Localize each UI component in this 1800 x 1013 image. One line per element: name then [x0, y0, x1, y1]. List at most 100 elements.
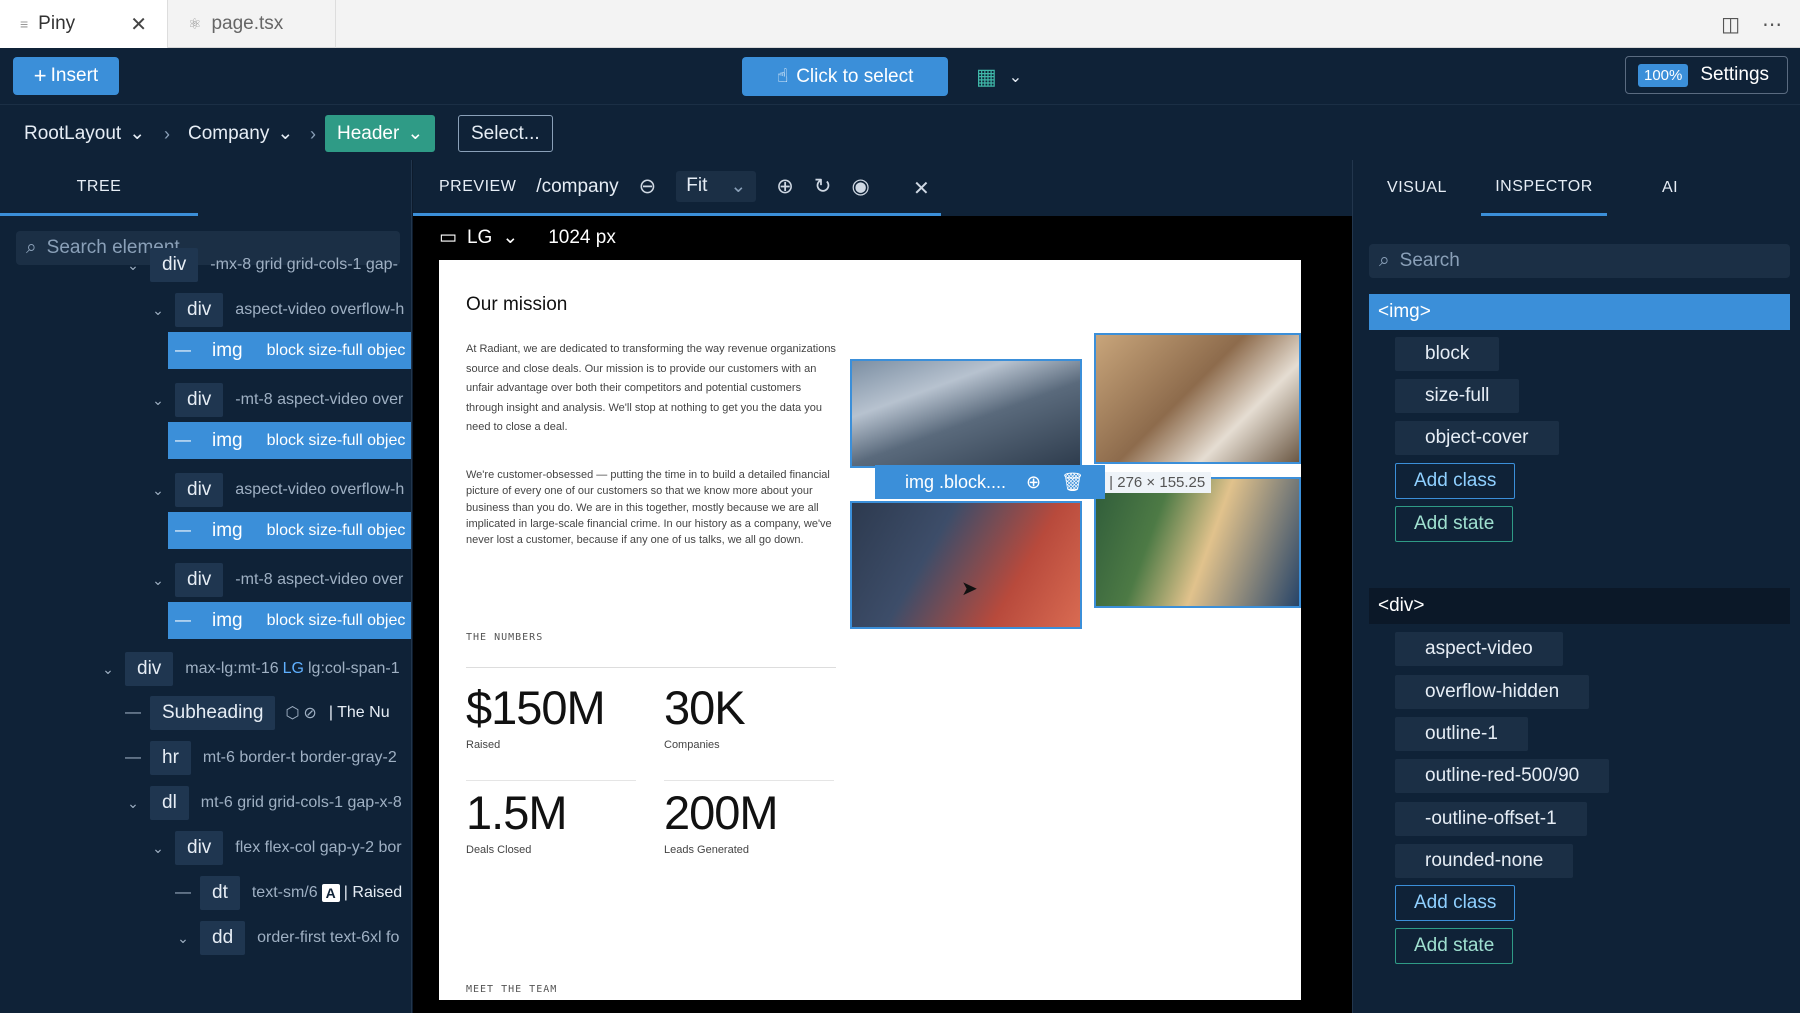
img-element-header[interactable]: <img> [1369, 294, 1790, 330]
tree-row[interactable]: — Subheading ⬡ ⊘ | The Nu [0, 691, 411, 735]
breadcrumb-header[interactable]: Header ⌄ [325, 115, 436, 152]
stat-deals-closed: 1.5M Deals Closed [466, 785, 636, 856]
add-state-button[interactable]: Add state [1395, 928, 1514, 964]
tree-row[interactable]: ⌄ div -mt-8 aspect-video over [0, 378, 411, 422]
tree-row-selected[interactable]: — img block size-full objec [168, 512, 411, 549]
add-class-button[interactable]: Add class [1395, 885, 1516, 921]
preview-header: PREVIEW /company ⊖ Fit ⌄ ⊕ ↻ ◉ ✕ [413, 160, 1352, 216]
pointer-hand-icon: ☝ [776, 66, 789, 87]
leaf-dash-icon: — [175, 431, 191, 449]
close-icon[interactable]: ✕ [130, 12, 147, 37]
tree-row-selected[interactable]: — img block size-full objec [168, 422, 411, 459]
tree-row[interactable]: ⌄ div aspect-video overflow-h [0, 468, 411, 512]
tab-visual[interactable]: VISUAL [1353, 160, 1481, 216]
rendered-page: Our mission At Radiant, we are dedicated… [439, 260, 1301, 1000]
settings-button[interactable]: 100% Settings [1625, 56, 1788, 94]
click-to-select-button[interactable]: ☝ Click to select [742, 57, 948, 96]
tabbar-actions: ◫ ⋯ [1721, 12, 1782, 37]
fit-select[interactable]: Fit ⌄ [676, 171, 757, 202]
component-cube-icon: ⬡ [285, 705, 300, 722]
trash-icon[interactable]: 🗑 [1061, 472, 1084, 493]
leaf-dash-icon: — [175, 884, 191, 901]
close-icon[interactable]: ✕ [913, 176, 930, 201]
tree-row[interactable]: — hr mt-6 border-t border-gray-2 [0, 736, 411, 780]
tree-tag: div [125, 652, 174, 686]
refresh-icon[interactable]: ↻ [814, 174, 832, 199]
zoom-in-icon[interactable]: ⊕ [776, 174, 794, 199]
leaf-dash-icon: — [125, 704, 141, 721]
stat-value: 30K [664, 681, 746, 734]
zoom-out-icon[interactable]: ⊖ [639, 174, 657, 199]
tab-page-tsx[interactable]: ⚛ page.tsx [168, 0, 336, 48]
tree-row-selected[interactable]: — img block size-full objec [168, 332, 411, 369]
device-selector[interactable]: ▭ LG ⌄ 1024 px [439, 226, 616, 249]
laptop-work-image[interactable] [1094, 333, 1301, 464]
tab-ai[interactable]: AI [1607, 160, 1733, 216]
class-chip[interactable]: outline-1 [1395, 717, 1528, 751]
class-chip[interactable]: rounded-none [1395, 844, 1574, 878]
tab-inspector[interactable]: INSPECTOR [1481, 160, 1607, 216]
tree-tag: div [175, 293, 224, 327]
layout-dropdown[interactable]: ▦ ⌄ [976, 62, 1036, 92]
eye-off-icon: ⊘ [303, 705, 317, 722]
tree-classes: mt-6 grid grid-cols-1 gap-x-8 [200, 794, 402, 811]
tree-row[interactable]: ⌄ dd order-first text-6xl fo [0, 916, 411, 960]
office-team-image[interactable] [850, 359, 1082, 468]
two-women-image[interactable] [850, 501, 1082, 629]
tree-row-selected[interactable]: — img block size-full objec [168, 602, 411, 639]
chevron-down-icon: ⌄ [177, 929, 189, 946]
tab-preview[interactable]: PREVIEW /company ⊖ Fit ⌄ ⊕ ↻ ◉ [413, 160, 941, 216]
class-chip[interactable]: aspect-video [1395, 632, 1563, 666]
tree-row[interactable]: ⌄ div flex flex-col gap-y-2 bor [0, 826, 411, 870]
tree-tag: div [150, 248, 199, 282]
duplicate-icon[interactable]: ⊕ [1026, 472, 1041, 493]
tree-tag: hr [150, 741, 191, 775]
chevron-down-icon: ⌄ [127, 794, 139, 811]
leaf-dash-icon: — [125, 749, 141, 766]
stat-raised: $150M Raised [466, 680, 636, 751]
preview-eye-icon[interactable]: ◉ [852, 174, 870, 199]
tree-row[interactable]: — dt text-sm/6 A | Raised [0, 871, 411, 915]
insert-button[interactable]: + Insert [13, 57, 119, 95]
select-label: Select... [471, 122, 540, 144]
tree-tag: img [212, 609, 243, 631]
tree-row[interactable]: ⌄ div -mx-8 grid grid-cols-1 gap- [0, 243, 411, 287]
chevron-down-icon: ⌄ [152, 481, 164, 498]
add-class-button[interactable]: Add class [1395, 463, 1516, 499]
element-action-bar[interactable]: img .block.... ⊕ 🗑 [875, 465, 1105, 499]
tab-piny[interactable]: ≡ Piny ✕ [0, 0, 168, 48]
tree-row[interactable]: ⌄ div max-lg:mt-16 LG lg:col-span-1 [0, 647, 411, 691]
breadcrumb: RootLayout ⌄ › Company ⌄ › Header ⌄ Sele… [0, 104, 1800, 160]
add-state-button[interactable]: Add state [1395, 506, 1514, 542]
breadcrumb-root-layout[interactable]: RootLayout ⌄ [24, 115, 145, 152]
class-chip[interactable]: block [1395, 337, 1500, 371]
woman-phone-image[interactable] [1094, 477, 1301, 608]
tree-row[interactable]: ⌄ div aspect-video overflow-h [0, 288, 411, 332]
inspector-search-input[interactable]: ⌕ Search [1369, 244, 1790, 278]
div-element-header[interactable]: <div> [1369, 588, 1790, 624]
react-icon: ⚛ [188, 16, 202, 33]
select-element-button[interactable]: Select... [458, 115, 553, 152]
breadcrumb-company[interactable]: Company ⌄ [188, 115, 293, 152]
image-placeholder [852, 361, 1080, 466]
inspector-panel: VISUAL INSPECTOR AI ⌕ Search <img> block… [1352, 160, 1800, 1013]
tree-classes: | The Nu [328, 704, 390, 721]
class-chip[interactable]: outline-red-500/90 [1395, 759, 1610, 793]
chevron-right-icon: › [164, 124, 170, 144]
zoom-badge: 100% [1638, 63, 1689, 87]
class-chip[interactable]: overflow-hidden [1395, 675, 1590, 709]
class-chip[interactable]: object-cover [1395, 421, 1559, 455]
tree-tag: div [175, 563, 224, 597]
class-chip[interactable]: size-full [1395, 379, 1520, 413]
tree-row[interactable]: ⌄ div -mt-8 aspect-video over [0, 558, 411, 602]
split-editor-icon[interactable]: ◫ [1721, 12, 1740, 37]
tree-row[interactable]: ⌄ dl mt-6 grid grid-cols-1 gap-x-8 [0, 781, 411, 825]
route-path[interactable]: /company [536, 176, 618, 198]
more-icon[interactable]: ⋯ [1762, 12, 1782, 37]
stat-value: $150M [466, 681, 606, 734]
class-chip[interactable]: -outline-offset-1 [1395, 802, 1587, 836]
tab-tree[interactable]: TREE [0, 160, 198, 216]
tree-tag: dd [200, 921, 246, 955]
image-placeholder [852, 503, 1080, 627]
preview-label: PREVIEW [439, 177, 517, 195]
